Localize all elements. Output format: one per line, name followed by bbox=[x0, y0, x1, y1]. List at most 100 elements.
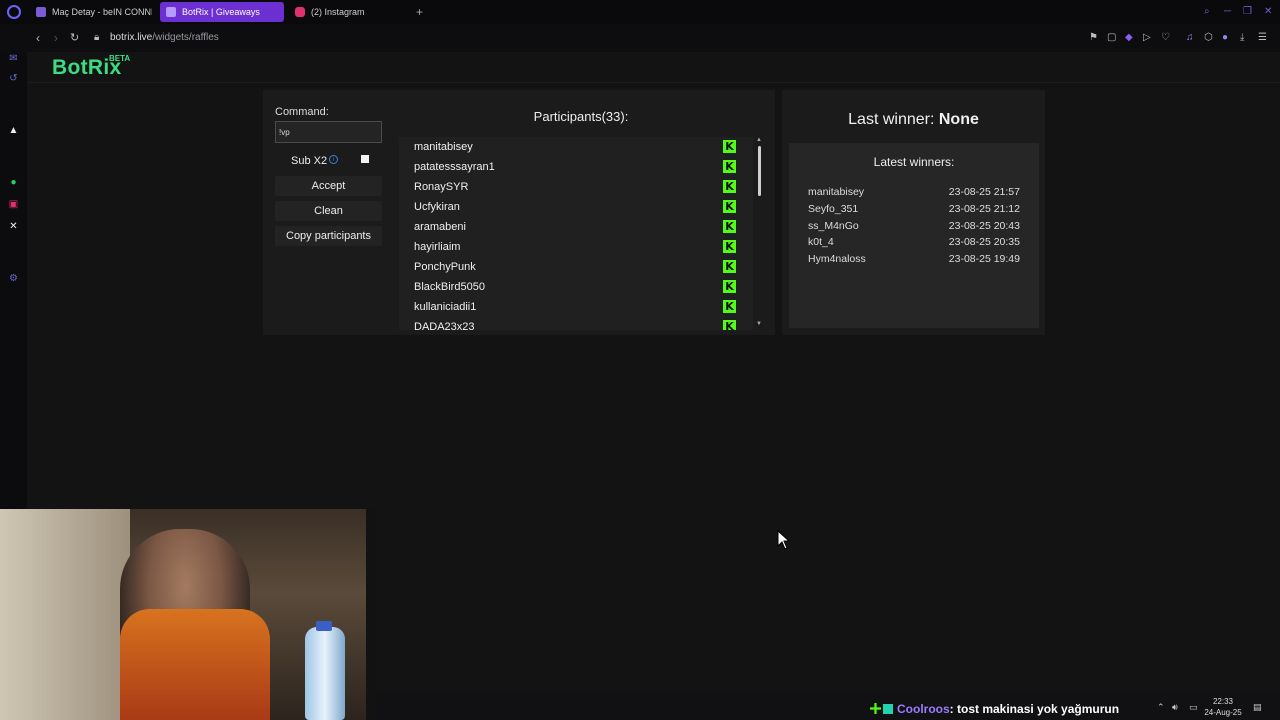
participant-row[interactable]: RonaySYR K bbox=[399, 177, 753, 197]
kick-icon: K bbox=[723, 320, 736, 330]
x-twitter-icon[interactable]: ✕ bbox=[7, 220, 20, 233]
bottle-cap bbox=[316, 621, 332, 631]
opera-logo-icon[interactable] bbox=[7, 5, 21, 19]
kick-icon: K bbox=[723, 240, 736, 253]
winner-name: Seyfo_351 bbox=[808, 203, 859, 215]
address-bar-row: ‹ › ↻ 🔒︎ botrix.live/widgets/raffles ⚑ ▢… bbox=[0, 24, 1280, 52]
tab-label: (2) Instagram bbox=[311, 7, 365, 17]
taskbar-clock[interactable]: 22:33 24-Aug-25 bbox=[1202, 696, 1244, 718]
participant-row[interactable]: DADA23x23 K bbox=[399, 317, 753, 330]
taskbar bbox=[376, 692, 1280, 720]
chat-username: Coolroos bbox=[897, 702, 950, 716]
browser-sidebar: ✉ ↺ ▲ ● ▣ ✕ ⚙ bbox=[0, 52, 27, 508]
minimize-icon[interactable]: ─ bbox=[1224, 6, 1231, 17]
participant-row[interactable]: BlackBird5050 K bbox=[399, 277, 753, 297]
chat-message: Coolroos: tost makinasi yok yağmurun bbox=[870, 702, 1119, 716]
profile-icon[interactable]: ● bbox=[1222, 32, 1228, 43]
search-icon[interactable]: ⌕ bbox=[1204, 6, 1210, 17]
player-icon[interactable]: ♫ bbox=[1186, 32, 1194, 43]
download-icon[interactable]: ⤓ bbox=[1240, 32, 1244, 43]
winner-name: k0t_4 bbox=[808, 236, 834, 248]
maximize-icon[interactable]: ❐ bbox=[1243, 6, 1252, 17]
scroll-up-arrow-icon[interactable]: ▲ bbox=[756, 137, 762, 143]
kick-icon: K bbox=[723, 160, 736, 173]
participant-name: DADA23x23 bbox=[414, 321, 475, 330]
heart-icon[interactable]: ♡ bbox=[1161, 32, 1170, 43]
tab-label: BotRix | Giveaways bbox=[182, 7, 260, 17]
kick-icon: K bbox=[723, 300, 736, 313]
sub-x2-checkbox[interactable] bbox=[361, 155, 369, 163]
kick-icon: K bbox=[723, 140, 736, 153]
command-input[interactable] bbox=[275, 121, 382, 143]
water-bottle bbox=[305, 627, 345, 720]
participant-name: BlackBird5050 bbox=[414, 281, 485, 293]
tab-botrix-giveaways[interactable]: BotRix | Giveaways bbox=[160, 2, 284, 22]
url-domain: botrix.live bbox=[110, 32, 153, 43]
whatsapp-icon[interactable]: ● bbox=[7, 176, 20, 189]
messenger-icon[interactable]: ✉ bbox=[7, 52, 20, 65]
botrix-favicon-icon bbox=[166, 7, 176, 17]
last-winner-heading: Last winner: None bbox=[782, 111, 1045, 129]
participant-row[interactable]: manitabisey K bbox=[399, 137, 753, 157]
settings-icon[interactable]: ⚙ bbox=[7, 272, 20, 285]
history-icon[interactable]: ↺ bbox=[7, 72, 20, 85]
tab-label: Maç Detay - beIN CONNE bbox=[52, 7, 152, 17]
notification-icon[interactable]: ▤ bbox=[1253, 702, 1262, 713]
participants-list[interactable]: manitabisey K patatesssayran1 K RonaySYR… bbox=[399, 137, 753, 330]
participant-row[interactable]: hayirliaim K bbox=[399, 237, 753, 257]
winner-name: Hym4naloss bbox=[808, 253, 866, 265]
instagram-icon[interactable]: ▣ bbox=[7, 198, 20, 211]
last-winner-label: Last winner: bbox=[848, 111, 935, 128]
participant-row[interactable]: patatesssayran1 K bbox=[399, 157, 753, 177]
new-tab-button[interactable]: + bbox=[416, 5, 423, 19]
participant-name: manitabisey bbox=[414, 141, 473, 153]
vpn-shield-icon[interactable]: ◆ bbox=[1125, 32, 1133, 43]
tab-instagram[interactable]: (2) Instagram bbox=[289, 2, 409, 22]
back-icon[interactable]: ‹ bbox=[36, 31, 40, 45]
info-icon[interactable]: i bbox=[329, 155, 338, 164]
header-divider bbox=[27, 82, 1280, 83]
participant-row[interactable]: aramabeni K bbox=[399, 217, 753, 237]
network-icon[interactable]: ▭ bbox=[1189, 702, 1198, 713]
close-icon[interactable]: ✕ bbox=[1264, 6, 1272, 17]
clean-button[interactable]: Clean bbox=[275, 201, 382, 221]
snapshot-icon[interactable]: ▢ bbox=[1107, 32, 1116, 43]
webcam-background bbox=[0, 509, 130, 720]
participant-name: aramabeni bbox=[414, 221, 466, 233]
participant-name: patatesssayran1 bbox=[414, 161, 495, 173]
winner-name: ss_M4nGo bbox=[808, 220, 859, 232]
copy-participants-button[interactable]: Copy participants bbox=[275, 226, 382, 246]
volume-icon[interactable]: 🔊︎ bbox=[1172, 702, 1178, 713]
menu-icon[interactable]: ☰ bbox=[1258, 32, 1267, 43]
scroll-down-arrow-icon[interactable]: ▼ bbox=[756, 321, 762, 327]
participant-name: PonchyPunk bbox=[414, 261, 476, 273]
clock-time: 22:33 bbox=[1212, 697, 1234, 706]
webcam-overlay bbox=[0, 509, 376, 720]
kick-icon: K bbox=[723, 280, 736, 293]
streamer-jersey bbox=[120, 609, 270, 720]
extensions-icon[interactable]: ⬡ bbox=[1204, 32, 1213, 43]
url-field[interactable]: botrix.live/widgets/raffles bbox=[110, 32, 219, 43]
bein-favicon-icon bbox=[36, 7, 46, 17]
browser-tab-bar: Maç Detay - beIN CONNE BotRix | Giveaway… bbox=[0, 0, 1280, 24]
sub-badge-icon bbox=[883, 704, 893, 714]
participant-row[interactable]: Ucfykiran K bbox=[399, 197, 753, 217]
participant-name: RonaySYR bbox=[414, 181, 469, 193]
forward-icon[interactable]: › bbox=[54, 31, 58, 45]
participants-scrollbar[interactable] bbox=[758, 146, 761, 196]
tab-bein-connect[interactable]: Maç Detay - beIN CONNE bbox=[30, 2, 152, 22]
participant-row[interactable]: kullaniciadii1 K bbox=[399, 297, 753, 317]
pin-icon[interactable]: ⚑ bbox=[1089, 32, 1098, 43]
participant-row[interactable]: PonchyPunk K bbox=[399, 257, 753, 277]
participant-name: Ucfykiran bbox=[414, 201, 460, 213]
last-winner-value: None bbox=[938, 111, 979, 128]
accept-button[interactable]: Accept bbox=[275, 176, 382, 196]
tray-arrow-icon[interactable]: ⌃ bbox=[1157, 702, 1165, 713]
reload-icon[interactable]: ↻ bbox=[70, 31, 79, 44]
participants-title: Participants(33): bbox=[533, 109, 629, 124]
lock-icon[interactable]: 🔒︎ bbox=[94, 32, 99, 43]
play-icon[interactable]: ▷ bbox=[1143, 32, 1151, 43]
aria-icon[interactable]: ▲ bbox=[7, 124, 20, 137]
mouse-cursor-icon bbox=[777, 530, 791, 550]
webcam-edge bbox=[366, 509, 376, 720]
